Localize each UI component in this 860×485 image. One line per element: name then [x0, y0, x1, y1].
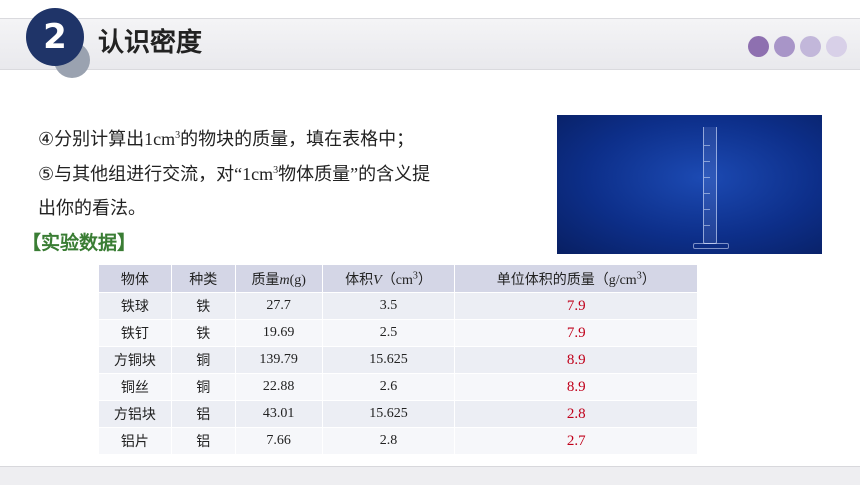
decor-dot-1 [748, 36, 769, 57]
cell-mass: 27.7 [234, 292, 323, 320]
footer-band [0, 466, 860, 485]
cell-kind: 铜 [170, 346, 236, 374]
cell-unit-mass: 7.9 [454, 319, 698, 347]
cell-object: 铁球 [98, 292, 172, 320]
cell-volume: 2.8 [321, 427, 456, 455]
data-heading: 【实验数据】 [22, 232, 137, 254]
instruction-step-5-cont: 出你的看法。 [38, 198, 146, 219]
cylinder-tick [704, 193, 710, 194]
cell-object: 铜丝 [98, 373, 172, 401]
cell-kind: 铁 [170, 292, 236, 320]
cell-volume: 2.5 [321, 319, 456, 347]
instruction-text: ④分别计算出1cm3的物块的质量，填在表格中； ⑤与其他组进行交流，对“1cm3… [38, 122, 528, 226]
table-row: 铜丝 铜 22.88 2.6 8.9 [98, 373, 698, 401]
cell-volume: 2.6 [321, 373, 456, 401]
decor-dot-4 [826, 36, 847, 57]
cell-unit-mass: 2.8 [454, 400, 698, 428]
table-row: 方铝块 铝 43.01 15.625 2.8 [98, 400, 698, 428]
header-mass: 质量m(g) [234, 264, 323, 293]
table-row: 方铜块 铜 139.79 15.625 8.9 [98, 346, 698, 374]
decor-dot-3 [800, 36, 821, 57]
table-header-row: 物体 种类 质量m(g) 体积V（cm3） 单位体积的质量（g/cm3） [98, 264, 698, 293]
cell-unit-mass: 8.9 [454, 373, 698, 401]
header-volume: 体积V（cm3） [321, 264, 456, 293]
cell-kind: 铝 [170, 400, 236, 428]
cell-kind: 铁 [170, 319, 236, 347]
cell-volume: 15.625 [321, 346, 456, 374]
instruction-step-5: ⑤与其他组进行交流，对“1cm3物体质量”的含义提 [38, 164, 431, 185]
cell-mass: 7.66 [234, 427, 323, 455]
cell-mass: 139.79 [234, 346, 323, 374]
cylinder-tick [704, 209, 710, 210]
cell-mass: 19.69 [234, 319, 323, 347]
header-unit-volume-mass: 单位体积的质量（g/cm3） [454, 264, 698, 293]
cell-mass: 43.01 [234, 400, 323, 428]
cell-unit-mass: 2.7 [454, 427, 698, 455]
graduated-cylinder-base [693, 243, 729, 249]
section-title: 认识密度 [98, 28, 203, 58]
cell-unit-mass: 7.9 [454, 292, 698, 320]
cylinder-tick [704, 225, 710, 226]
decor-dot-2 [774, 36, 795, 57]
cell-kind: 铜 [170, 373, 236, 401]
experiment-video-frame[interactable] [557, 115, 822, 254]
cylinder-tick [704, 177, 710, 178]
cell-volume: 15.625 [321, 400, 456, 428]
cell-kind: 铝 [170, 427, 236, 455]
instruction-step-4: ④分别计算出1cm3的物块的质量，填在表格中； [38, 129, 415, 150]
header-kind: 种类 [170, 264, 236, 293]
cell-mass: 22.88 [234, 373, 323, 401]
cell-object: 铝片 [98, 427, 172, 455]
experiment-data-table: 物体 种类 质量m(g) 体积V（cm3） 单位体积的质量（g/cm3） 铁球 … [98, 264, 698, 455]
table-row: 铁球 铁 27.7 3.5 7.9 [98, 292, 698, 320]
cell-object: 铁钉 [98, 319, 172, 347]
table-row: 铝片 铝 7.66 2.8 2.7 [98, 427, 698, 455]
cell-unit-mass: 8.9 [454, 346, 698, 374]
cylinder-tick [704, 145, 710, 146]
cell-object: 方铝块 [98, 400, 172, 428]
cell-object: 方铜块 [98, 346, 172, 374]
cell-volume: 3.5 [321, 292, 456, 320]
section-number-badge: 2 [26, 8, 84, 66]
table-row: 铁钉 铁 19.69 2.5 7.9 [98, 319, 698, 347]
header-object: 物体 [98, 264, 172, 293]
cylinder-tick [704, 161, 710, 162]
